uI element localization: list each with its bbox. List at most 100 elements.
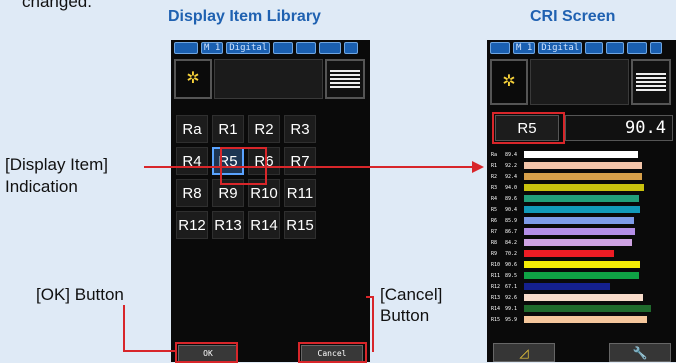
cri-row: R4 89.6: [491, 194, 639, 203]
cri-bar-list: Ra 89.4 R1 92.2 R2 92.4 R3 94.0 R4 89.6 R5 90.4 R6 85…: [491, 150, 673, 330]
cri-row-bar: [524, 151, 638, 158]
cri-row-bar: [524, 272, 639, 279]
item-r4[interactable]: R4: [176, 147, 208, 175]
ruler-button[interactable]: ◿: [493, 343, 555, 362]
status-slot: [585, 42, 604, 54]
cri-row-name: R1: [491, 162, 498, 169]
status-slot: [273, 42, 294, 54]
digital-indicator: Digital: [538, 42, 583, 54]
mode-indicator: M 1: [513, 42, 536, 54]
cri-row-name: R15: [491, 316, 501, 323]
cri-row-bar: [524, 250, 614, 257]
status-slot: [650, 42, 663, 54]
item-r15[interactable]: R15: [284, 211, 316, 239]
item-ra[interactable]: Ra: [176, 115, 208, 143]
cri-row: R7 86.7: [491, 227, 635, 236]
item-r11[interactable]: R11: [284, 179, 316, 207]
cri-row-bar: [524, 217, 634, 224]
cri-row: R6 85.9: [491, 216, 634, 225]
cri-row-name: R7: [491, 228, 498, 235]
cri-row-bar: [524, 173, 642, 180]
cri-row: R12 67.1: [491, 282, 610, 291]
cri-row-value: 84.2: [505, 239, 518, 246]
cri-row-value: 92.6: [505, 294, 518, 301]
status-bar: M 1 Digital: [487, 40, 676, 56]
cri-row-bar: [524, 261, 640, 268]
list-menu-icon[interactable]: [325, 59, 365, 99]
ok-callout-horizontal: [123, 350, 176, 352]
cri-row-name: R3: [491, 184, 498, 191]
header-info: [530, 59, 629, 105]
ok-highlight-box: [175, 342, 238, 363]
cri-row-name: R14: [491, 305, 501, 312]
library-title: Display Item Library: [168, 8, 321, 25]
item-r7[interactable]: R7: [284, 147, 316, 175]
cri-row: R15 95.9: [491, 315, 647, 324]
status-bar: M 1 Digital: [171, 40, 370, 56]
cri-row-name: R10: [491, 261, 501, 268]
header-row: ✲: [490, 59, 673, 105]
wrench-icon: 🔧: [632, 345, 648, 360]
cri-row-value: 92.2: [505, 162, 518, 169]
status-slot: [606, 42, 625, 54]
cri-row: R8 84.2: [491, 238, 632, 247]
item-r2[interactable]: R2: [248, 115, 280, 143]
settings-button[interactable]: 🔧: [609, 343, 671, 362]
cri-row-value: 95.9: [505, 316, 518, 323]
item-r12[interactable]: R12: [176, 211, 208, 239]
cri-row-bar: [524, 184, 644, 191]
cri-row-value: 67.1: [505, 283, 518, 290]
cri-row-name: R12: [491, 283, 501, 290]
cancel-callout-vertical: [372, 296, 374, 352]
triangle-ruler-icon: ◿: [519, 345, 529, 360]
battery-icon: [490, 42, 510, 54]
callout-arrowhead: [472, 161, 484, 173]
status-slot: [627, 42, 648, 54]
cri-row: Ra 89.4: [491, 150, 638, 159]
cri-row-value: 90.6: [505, 261, 518, 268]
display-item-callout-line: [144, 166, 474, 168]
cri-screen-title: CRI Screen: [530, 8, 616, 25]
cri-row-bar: [524, 294, 643, 301]
cri-row-value: 89.6: [505, 195, 518, 202]
cri-row-bar: [524, 305, 651, 312]
cri-row-bar: [524, 228, 635, 235]
cri-row-value: 85.9: [505, 217, 518, 224]
sun-icon: ✲: [490, 59, 528, 105]
item-r3[interactable]: R3: [284, 115, 316, 143]
header-info: [214, 59, 323, 99]
cri-row-value: 92.4: [505, 173, 518, 180]
status-slot: [296, 42, 317, 54]
cri-row-name: Ra: [491, 151, 498, 158]
cri-row-bar: [524, 162, 642, 169]
battery-icon: [174, 42, 198, 54]
cri-row-value: 94.0: [505, 184, 518, 191]
header-row: ✲: [174, 59, 367, 99]
cri-row-value: 99.1: [505, 305, 518, 312]
cancel-button-annotation-line2: Button: [380, 306, 430, 325]
cri-row: R9 70.2: [491, 249, 614, 258]
cri-row-value: 90.4: [505, 206, 518, 213]
cri-row-value: 89.5: [505, 272, 518, 279]
cri-row-name: R8: [491, 239, 498, 246]
cri-row: R1 92.2: [491, 161, 642, 170]
cri-row-value: 86.7: [505, 228, 518, 235]
item-r8[interactable]: R8: [176, 179, 208, 207]
cancel-highlight-box: [298, 342, 367, 363]
item-r14[interactable]: R14: [248, 211, 280, 239]
cri-row-bar: [524, 316, 647, 323]
list-menu-icon[interactable]: [631, 59, 671, 105]
cri-row-name: R6: [491, 217, 498, 224]
sun-icon: ✲: [174, 59, 212, 99]
library-screen: M 1 Digital ✲ Ra R1 R2 R3 R4 R5 R6 R7 R8…: [171, 40, 370, 362]
status-slot: [344, 42, 359, 54]
cri-row: R11 89.5: [491, 271, 639, 280]
cri-row: R14 99.1: [491, 304, 651, 313]
item-r1[interactable]: R1: [212, 115, 244, 143]
item-r13[interactable]: R13: [212, 211, 244, 239]
cri-row-bar: [524, 195, 639, 202]
cri-row: R3 94.0: [491, 183, 644, 192]
cancel-callout-horizontal: [366, 296, 374, 298]
status-slot: [319, 42, 342, 54]
cri-row: R10 90.6: [491, 260, 640, 269]
